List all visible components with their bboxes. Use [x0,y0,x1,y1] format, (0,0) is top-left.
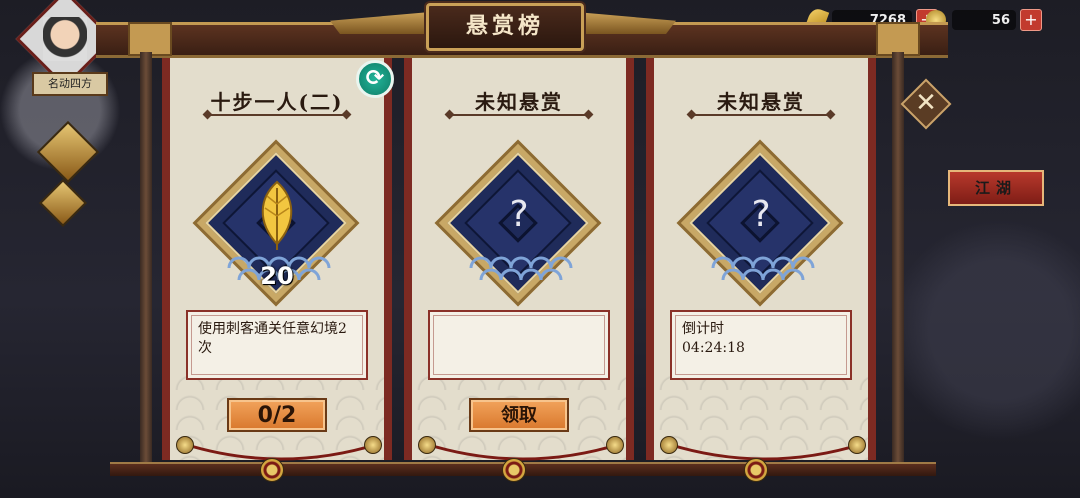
coin-knot-icon [502,458,526,482]
coin-knot-icon [260,458,284,482]
rope-knob [606,436,624,454]
reward-emblem: 20 [192,139,360,307]
coin-knot-icon [744,458,768,482]
frame-ornament-left [128,22,172,56]
coin-currency-value: 56 [952,10,1016,30]
rope-knob [848,436,866,454]
frame-pillar-right [892,52,904,472]
reward-count: 20 [260,262,294,290]
refresh-icon: ⟳ [365,66,385,91]
bounty-countdown: 倒计时 04:24:18 [670,310,852,380]
add-coin-button[interactable]: + [1020,9,1042,31]
refresh-button[interactable]: ⟳ [356,60,394,98]
title-divider [452,114,586,116]
title-divider [694,114,828,116]
reward-emblem: ? [434,139,602,307]
player-name-tag: 名动四方 [32,72,108,96]
wave-pattern-icon [711,256,815,281]
bounty-title: 未知悬赏 [475,90,563,114]
rope-knob [176,436,194,454]
countdown-timer: 04:24:18 [682,340,745,356]
rope-knob [364,436,382,454]
unknown-symbol-icon: ? [751,194,771,235]
frame-ornament-right [876,22,920,56]
avatar-portrait [42,17,87,62]
claim-button[interactable]: 领取 [469,398,569,432]
bounty-card-2: 未知悬赏 ? 领取 [404,58,634,460]
page-title: 悬赏榜 [465,13,544,39]
frame-pillar-left [140,52,152,472]
rope-knob [660,436,678,454]
bounty-card-1: 十步一人(二) 20 使用刺客通关任意幻境2次 0/2 [162,58,392,460]
bounty-description: 使用刺客通关任意幻境2次 [186,310,368,380]
close-icon: ✕ [915,88,937,118]
bounty-title: 十步一人(二) [210,90,344,114]
progress-button[interactable]: 0/2 [227,398,327,432]
title-plaque: 悬赏榜 [426,3,584,51]
reward-emblem: ? [676,139,844,307]
countdown-label: 倒计时 [682,321,724,337]
title-divider [210,114,344,116]
bounty-card-3: 未知悬赏 ? 倒计时 04:24:18 [646,58,876,460]
unknown-symbol-icon: ? [509,194,529,235]
golden-leaf-icon [261,180,293,250]
bounty-description [428,310,610,380]
wave-pattern-icon [469,256,573,281]
jianghu-tab[interactable]: 江湖 [948,170,1044,206]
bounty-title: 未知悬赏 [717,90,805,114]
rope-knob [418,436,436,454]
